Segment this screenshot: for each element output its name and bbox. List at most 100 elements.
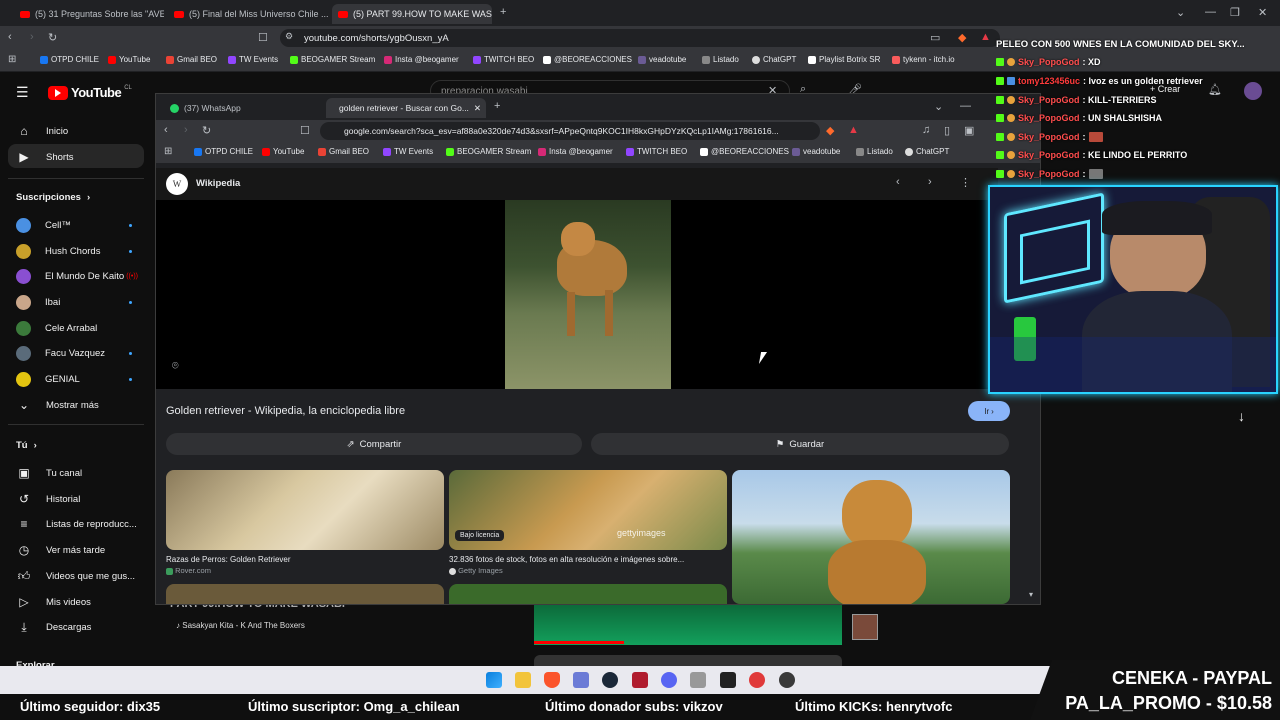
related-image-4[interactable]	[166, 584, 444, 604]
sidebar-item-my-videos[interactable]: ▷ Mis videos	[16, 595, 91, 609]
bookmark-gmail[interactable]: Gmail BEO	[166, 55, 217, 64]
steam-icon[interactable]	[602, 672, 618, 688]
bookmark-listado[interactable]: Listado	[856, 147, 893, 156]
chevron-down-icon[interactable]: ⌄	[1176, 6, 1185, 19]
show-more-button[interactable]: ⌄ Mostrar más	[16, 398, 99, 412]
related-source-2[interactable]: Getty Images	[449, 566, 503, 575]
save-button[interactable]: ⚑ Guardar	[591, 433, 1009, 455]
sub-item[interactable]: GENIAL	[16, 372, 80, 387]
sidebar-item-inicio[interactable]: ⌂ Inicio	[16, 124, 68, 138]
go-button[interactable]: Ir ›	[968, 401, 1010, 421]
site-info-icon[interactable]: ⚙	[285, 31, 293, 42]
prev-image-icon[interactable]: ‹	[896, 176, 900, 188]
inner-address-bar[interactable]: google.com/search?sca_esv=af88a0e320de74…	[320, 122, 820, 140]
bookmark-beoreacciones[interactable]: @BEOREACCIONES	[543, 55, 632, 64]
more-options-icon[interactable]: ⋮	[960, 176, 971, 189]
bookmark-playlist-botrix[interactable]: Playlist Botrix SR	[808, 55, 880, 64]
discord-icon[interactable]	[661, 672, 677, 688]
media-icon[interactable]: ♫	[922, 124, 930, 136]
bookmark-youtube[interactable]: YouTube	[262, 147, 304, 156]
sub-item[interactable]: Ibai	[16, 295, 60, 310]
inner-tab-whatsapp[interactable]: (37) WhatsApp	[162, 98, 322, 118]
video-progress[interactable]	[534, 641, 624, 644]
sub-item[interactable]: Facu Vazquez	[16, 346, 105, 361]
capcut-icon[interactable]	[720, 672, 736, 688]
bookmark-twitch-beo[interactable]: TWITCH BEO	[626, 147, 687, 156]
forward-icon[interactable]: ›	[184, 124, 188, 136]
apps-grid-icon[interactable]: ⊞	[8, 54, 16, 65]
youtube-logo[interactable]: YouTube CL	[48, 85, 132, 100]
notifications-icon[interactable]: 🔔︎	[1208, 83, 1222, 96]
source-name[interactable]: Wikipedia	[196, 178, 240, 189]
app-icon[interactable]	[573, 672, 589, 688]
bookmark-icon[interactable]: ☐	[300, 124, 310, 137]
bookmark-icon[interactable]: ☐	[258, 31, 268, 44]
bookmark-insta[interactable]: Insta @beogamer	[538, 147, 613, 156]
bookmark-otpd[interactable]: OTPD CHILE	[40, 55, 99, 64]
outer-address-bar[interactable]: youtube.com/shorts/ygbOusxn_yA	[280, 29, 1000, 47]
bookmark-tw-events[interactable]: TW Events	[228, 55, 278, 64]
back-icon[interactable]: ‹	[164, 124, 168, 136]
new-tab-icon[interactable]: +	[500, 6, 506, 18]
reload-icon[interactable]: ↻	[48, 31, 57, 44]
related-image-1[interactable]	[166, 470, 444, 550]
bookmark-otpd[interactable]: OTPD CHILE	[194, 147, 253, 156]
bookmark-twitch-beo[interactable]: TWITCH BEO	[473, 55, 534, 64]
bookmark-listado[interactable]: Listado	[702, 55, 739, 64]
cast-icon[interactable]: ▭	[930, 31, 940, 44]
bookmark-tykenn[interactable]: tykenn - itch.io	[892, 55, 955, 64]
brave-icon[interactable]	[544, 672, 560, 688]
windows-start-icon[interactable]	[486, 672, 502, 688]
sidebar-icon[interactable]: ▯	[944, 124, 950, 137]
sidebar-item-tu-canal[interactable]: ▣ Tu canal	[16, 466, 82, 480]
music-thumbnail[interactable]	[852, 614, 878, 640]
sub-item[interactable]: Cell™	[16, 218, 71, 233]
related-image-2[interactable]: Bajo licencia gettyimages	[449, 470, 727, 550]
minimize-icon[interactable]: —	[960, 100, 971, 112]
reload-icon[interactable]: ↻	[202, 124, 211, 137]
sidebar-item-shorts[interactable]: ▶︎ Shorts	[16, 150, 73, 164]
song-label[interactable]: ♪ Sasakyan Kita - K And The Boxers	[176, 621, 305, 630]
chevron-down-icon[interactable]: ⌄	[934, 100, 943, 113]
obs-icon[interactable]	[749, 672, 765, 688]
back-icon[interactable]: ‹	[8, 31, 12, 43]
bookmark-beogamer-stream[interactable]: BEOGAMER Stream	[446, 147, 531, 156]
result-title[interactable]: Golden retriever - Wikipedia, la enciclo…	[166, 405, 405, 417]
bookmark-chatgpt[interactable]: ChatGPT	[752, 55, 796, 64]
image-preview[interactable]: ⌾	[156, 200, 998, 389]
outer-tab-wasabi[interactable]: (5) PART 99.HOW TO MAKE WASA...✕	[332, 4, 492, 24]
bookmark-gmail[interactable]: Gmail BEO	[318, 147, 369, 156]
new-tab-icon[interactable]: +	[494, 100, 500, 112]
sidebar-item-downloads[interactable]: ⤓ Descargas	[16, 620, 91, 635]
sidebar-item-playlists[interactable]: ≡ Listas de reproducc...	[16, 517, 136, 531]
bookmark-youtube[interactable]: YouTube	[108, 55, 150, 64]
bookmark-beogamer-stream[interactable]: BEOGAMER Stream	[290, 55, 375, 64]
lens-icon[interactable]: ⌾	[172, 360, 179, 373]
you-header[interactable]: Tú ›	[16, 440, 37, 451]
brave-shield-icon[interactable]: ◆	[958, 31, 966, 44]
scrollbar[interactable]: ▾	[1029, 370, 1037, 600]
valorant-icon[interactable]	[632, 672, 648, 688]
menu-icon[interactable]: ☰	[16, 84, 29, 101]
subscriptions-header[interactable]: Suscripciones ›	[16, 192, 90, 203]
sub-item[interactable]: Hush Chords	[16, 244, 100, 259]
bookmark-tw-events[interactable]: TW Events	[383, 147, 433, 156]
sub-item[interactable]: Cele Arrabal	[16, 321, 97, 336]
video-frame[interactable]	[534, 605, 842, 645]
related-image-3[interactable]	[732, 470, 1010, 604]
maximize-icon[interactable]: ❐	[1230, 6, 1240, 19]
forward-icon[interactable]: ›	[30, 31, 34, 43]
related-caption-1[interactable]: Razas de Perros: Golden Retriever	[166, 555, 444, 564]
sub-item[interactable]: El Mundo De Kaito ((•))	[16, 269, 138, 284]
share-button[interactable]: ⇗ Compartir	[166, 433, 582, 455]
inner-tab-google[interactable]: golden retriever - Buscar con Go... ✕	[326, 98, 486, 118]
golden-retriever-image[interactable]	[505, 200, 671, 389]
bookmark-beoreacciones[interactable]: @BEOREACCIONES	[700, 147, 789, 156]
sidebar-item-historial[interactable]: ↺ Historial	[16, 492, 80, 506]
close-window-icon[interactable]: ✕	[1258, 6, 1267, 19]
sidebar-item-liked[interactable]: 👍︎ Videos que me gus...	[16, 569, 135, 584]
bookmark-chatgpt[interactable]: ChatGPT	[905, 147, 949, 156]
brave-shield-icon[interactable]: ◆	[826, 124, 834, 137]
bookmark-insta[interactable]: Insta @beogamer	[384, 55, 459, 64]
bookmark-veadotube[interactable]: veadotube	[792, 147, 840, 156]
